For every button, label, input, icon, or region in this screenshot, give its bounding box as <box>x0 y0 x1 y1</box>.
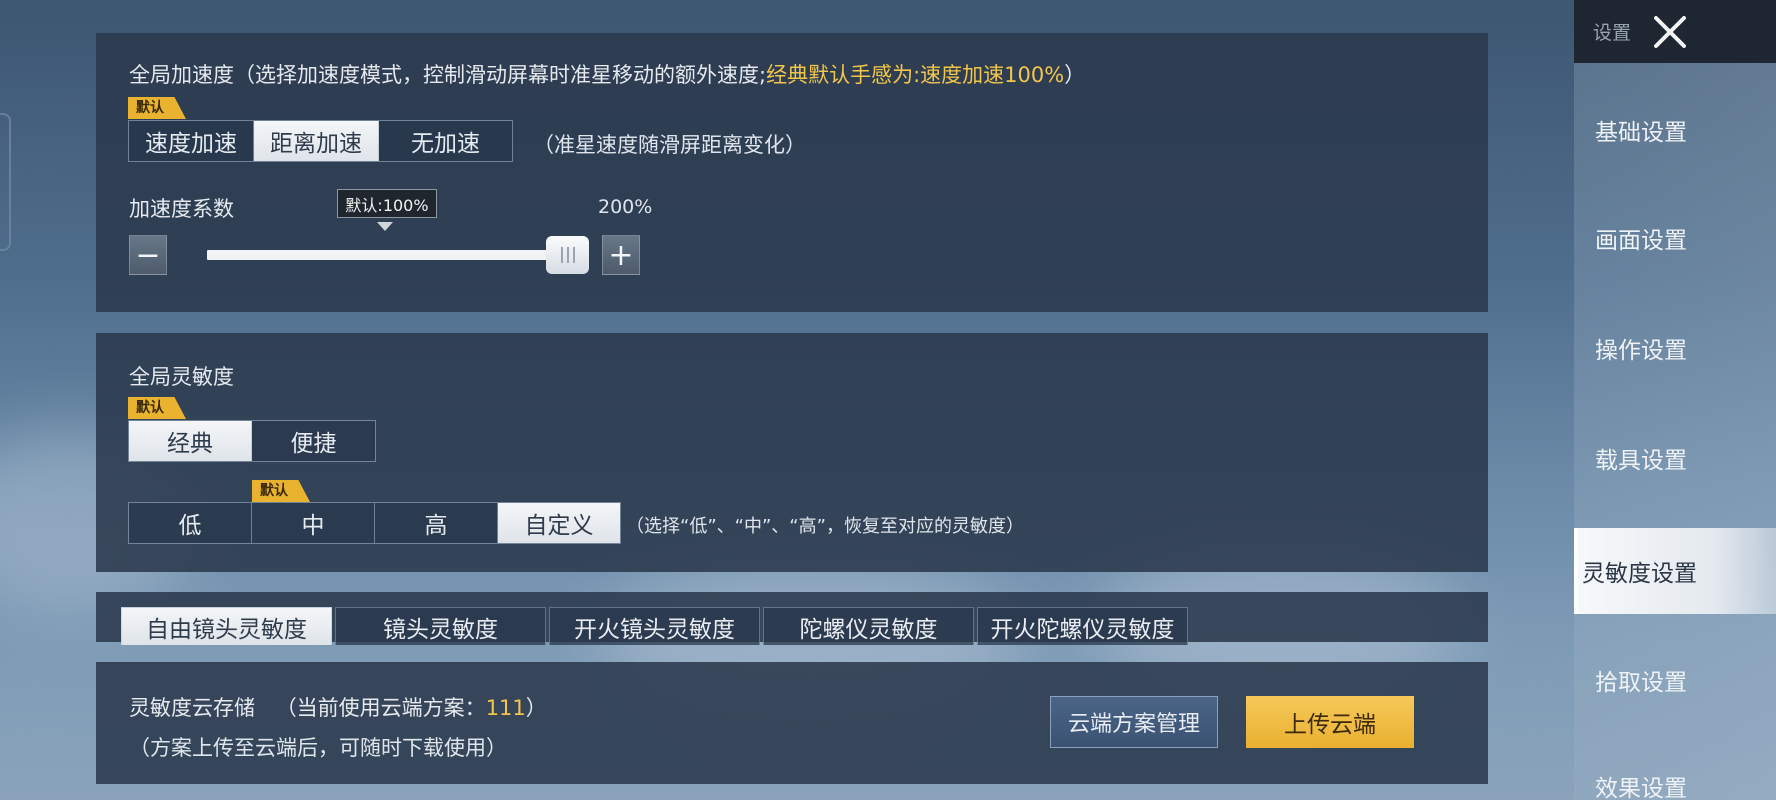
sidebar-item[interactable]: 效果设置 <box>1574 743 1776 800</box>
acceleration-value: 200% <box>598 196 653 218</box>
sidebar-item[interactable]: 拾取设置 <box>1574 637 1776 723</box>
cloud-scheme-manage-button[interactable]: 云端方案管理 <box>1050 696 1218 748</box>
default-marker-arrow-icon <box>377 222 393 231</box>
default-value-tooltip: 默认:100% <box>337 189 437 218</box>
acceleration-coefficient-label: 加速度系数 <box>129 197 234 221</box>
acceleration-mode-selector: 速度加速 距离加速 无加速 <box>128 120 513 162</box>
grip-line <box>566 247 569 263</box>
slider-handle[interactable] <box>546 236 589 274</box>
sensitivity-level-option[interactable]: 中 <box>252 503 375 543</box>
sensitivity-title: 全局灵敏度 <box>129 365 234 389</box>
tab-sensitivity[interactable]: 开火陀螺仪灵敏度 <box>977 607 1188 645</box>
close-icon[interactable] <box>1648 12 1692 52</box>
sensitivity-style-selector: 经典 便捷 <box>128 420 376 462</box>
acceleration-slider-track[interactable] <box>207 250 560 260</box>
tab-sensitivity[interactable]: 陀螺仪灵敏度 <box>763 607 974 645</box>
cloud-storage-note: （方案上传至云端后，可随时下载使用） <box>129 736 507 760</box>
sidebar-item[interactable]: 灵敏度设置 <box>1574 528 1776 614</box>
current-scheme-prefix: （当前使用云端方案： <box>275 696 486 720</box>
acceleration-title: 全局加速度（选择加速度模式，控制滑动屏幕时准星移动的额外速度;经典默认手感为:速… <box>129 59 1085 89</box>
tab-sensitivity[interactable]: 镜头灵敏度 <box>335 607 546 645</box>
sensitivity-level-option[interactable]: 自定义 <box>498 503 620 543</box>
sensitivity-style-option[interactable]: 便捷 <box>252 421 375 461</box>
minus-icon: − <box>135 237 161 273</box>
acceleration-mode-option[interactable]: 速度加速 <box>129 121 254 161</box>
sidebar-item[interactable]: 画面设置 <box>1574 195 1776 281</box>
sidebar-item[interactable]: 基础设置 <box>1574 87 1776 173</box>
acceleration-mode-note: （准星速度随滑屏距离变化） <box>533 133 806 157</box>
current-scheme-value: 111 <box>485 696 526 720</box>
decrease-button[interactable]: − <box>129 235 167 275</box>
sensitivity-level-note: （选择“低”、“中”、“高”，恢复至对应的灵敏度） <box>626 516 1024 537</box>
acceleration-title-text: 全局加速度（选择加速度模式，控制滑动屏幕时准星移动的额外速度; <box>129 63 767 87</box>
sensitivity-style-option[interactable]: 经典 <box>129 421 252 461</box>
cloud-storage-title-text: 灵敏度云存储 <box>129 696 255 720</box>
upload-to-cloud-button[interactable]: 上传云端 <box>1246 696 1414 748</box>
grip-line <box>572 247 575 263</box>
current-scheme-suffix: ） <box>525 696 547 720</box>
acceleration-default-hint: 经典默认手感为:速度加速100% <box>766 63 1065 87</box>
acceleration-mode-option[interactable]: 距离加速 <box>254 121 379 161</box>
sidebar-item[interactable]: 载具设置 <box>1574 415 1776 501</box>
acceleration-title-end: ） <box>1064 63 1086 87</box>
sensitivity-level-option[interactable]: 高 <box>375 503 498 543</box>
sidebar-item[interactable]: 操作设置 <box>1574 305 1776 391</box>
acceleration-mode-option[interactable]: 无加速 <box>379 121 512 161</box>
sensitivity-level-selector: 低中高自定义 <box>128 502 621 544</box>
sensitivity-level-option[interactable]: 低 <box>129 503 252 543</box>
sensitivity-tabs: 自由镜头灵敏度 镜头灵敏度 开火镜头灵敏度 陀螺仪灵敏度 开火陀螺仪灵敏度 <box>121 607 1191 645</box>
cloud-storage-title: 灵敏度云存储 （当前使用云端方案：111） <box>129 692 547 722</box>
tab-sensitivity[interactable]: 开火镜头灵敏度 <box>549 607 760 645</box>
plus-icon: + <box>608 237 634 273</box>
left-edge-handle[interactable] <box>0 113 11 251</box>
tab-sensitivity[interactable]: 自由镜头灵敏度 <box>121 607 332 645</box>
grip-line <box>560 247 563 263</box>
increase-button[interactable]: + <box>602 235 640 275</box>
sidebar-header-title: 设置 <box>1593 22 1632 44</box>
